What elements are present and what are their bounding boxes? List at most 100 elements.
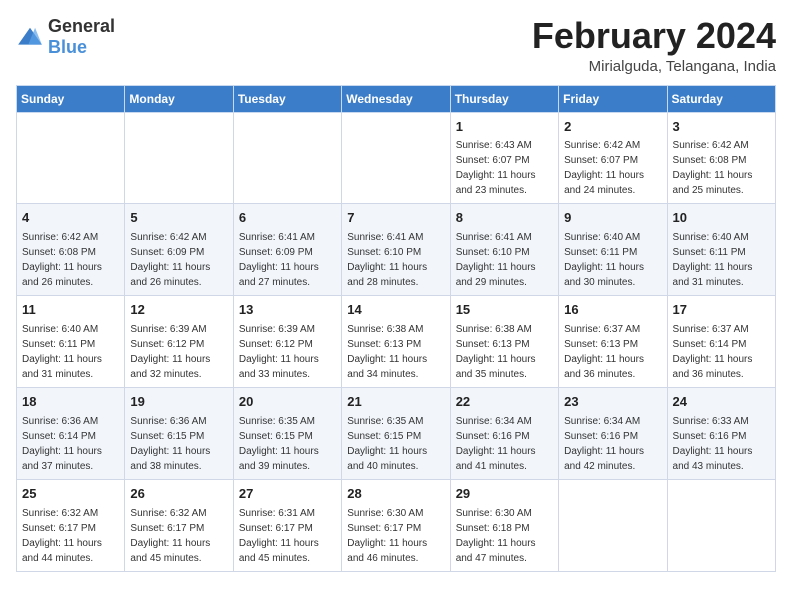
day-info: Sunrise: 6:32 AM Sunset: 6:17 PM Dayligh… <box>130 506 227 566</box>
day-info: Sunrise: 6:35 AM Sunset: 6:15 PM Dayligh… <box>347 414 444 474</box>
day-info: Sunrise: 6:41 AM Sunset: 6:09 PM Dayligh… <box>239 230 336 290</box>
day-number: 29 <box>456 485 553 504</box>
calendar-cell: 10 Sunrise: 6:40 AM Sunset: 6:11 PM Dayli… <box>667 204 775 296</box>
day-info: Sunrise: 6:43 AM Sunset: 6:07 PM Dayligh… <box>456 138 553 198</box>
header-monday: Monday <box>125 85 233 112</box>
day-info: Sunrise: 6:33 AM Sunset: 6:16 PM Dayligh… <box>673 414 770 474</box>
day-info: Sunrise: 6:36 AM Sunset: 6:14 PM Dayligh… <box>22 414 119 474</box>
calendar-cell: 5 Sunrise: 6:42 AM Sunset: 6:09 PM Daylig… <box>125 204 233 296</box>
day-info: Sunrise: 6:31 AM Sunset: 6:17 PM Dayligh… <box>239 506 336 566</box>
day-number: 10 <box>673 209 770 228</box>
calendar-cell: 27 Sunrise: 6:31 AM Sunset: 6:17 PM Dayli… <box>233 479 341 571</box>
page-header: General Blue February 2024 Mirialguda, T… <box>16 16 776 75</box>
day-number: 28 <box>347 485 444 504</box>
day-info: Sunrise: 6:40 AM Sunset: 6:11 PM Dayligh… <box>22 322 119 382</box>
day-number: 7 <box>347 209 444 228</box>
day-number: 2 <box>564 118 661 137</box>
day-number: 14 <box>347 301 444 320</box>
day-info: Sunrise: 6:32 AM Sunset: 6:17 PM Dayligh… <box>22 506 119 566</box>
logo-general: General <box>48 16 115 36</box>
calendar-week-1: 1Sunrise: 6:43 AM Sunset: 6:07 PM Daylig… <box>17 112 776 204</box>
day-number: 5 <box>130 209 227 228</box>
calendar-cell: 2Sunrise: 6:42 AM Sunset: 6:07 PM Daylig… <box>559 112 667 204</box>
header-thursday: Thursday <box>450 85 558 112</box>
calendar-cell: 4Sunrise: 6:42 AM Sunset: 6:08 PM Daylig… <box>17 204 125 296</box>
calendar-cell: 12 Sunrise: 6:39 AM Sunset: 6:12 PM Dayli… <box>125 296 233 388</box>
day-info: Sunrise: 6:38 AM Sunset: 6:13 PM Dayligh… <box>347 322 444 382</box>
day-info: Sunrise: 6:41 AM Sunset: 6:10 PM Dayligh… <box>456 230 553 290</box>
day-info: Sunrise: 6:37 AM Sunset: 6:13 PM Dayligh… <box>564 322 661 382</box>
day-info: Sunrise: 6:30 AM Sunset: 6:17 PM Dayligh… <box>347 506 444 566</box>
day-info: Sunrise: 6:30 AM Sunset: 6:18 PM Dayligh… <box>456 506 553 566</box>
calendar-cell <box>667 479 775 571</box>
title-area: February 2024 Mirialguda, Telangana, Ind… <box>532 16 776 75</box>
header-tuesday: Tuesday <box>233 85 341 112</box>
calendar-table: SundayMondayTuesdayWednesdayThursdayFrid… <box>16 85 776 572</box>
location-title: Mirialguda, Telangana, India <box>532 58 776 75</box>
day-info: Sunrise: 6:39 AM Sunset: 6:12 PM Dayligh… <box>130 322 227 382</box>
day-number: 24 <box>673 393 770 412</box>
month-title: February 2024 <box>532 16 776 56</box>
day-info: Sunrise: 6:42 AM Sunset: 6:07 PM Dayligh… <box>564 138 661 198</box>
day-info: Sunrise: 6:42 AM Sunset: 6:09 PM Dayligh… <box>130 230 227 290</box>
calendar-cell <box>233 112 341 204</box>
calendar-cell: 13 Sunrise: 6:39 AM Sunset: 6:12 PM Dayli… <box>233 296 341 388</box>
day-info: Sunrise: 6:39 AM Sunset: 6:12 PM Dayligh… <box>239 322 336 382</box>
day-info: Sunrise: 6:36 AM Sunset: 6:15 PM Dayligh… <box>130 414 227 474</box>
day-number: 1 <box>456 118 553 137</box>
calendar-cell: 25 Sunrise: 6:32 AM Sunset: 6:17 PM Dayli… <box>17 479 125 571</box>
calendar-cell: 24 Sunrise: 6:33 AM Sunset: 6:16 PM Dayli… <box>667 388 775 480</box>
calendar-cell: 6 Sunrise: 6:41 AM Sunset: 6:09 PM Daylig… <box>233 204 341 296</box>
day-number: 4 <box>22 209 119 228</box>
calendar-header-row: SundayMondayTuesdayWednesdayThursdayFrid… <box>17 85 776 112</box>
day-number: 8 <box>456 209 553 228</box>
day-number: 15 <box>456 301 553 320</box>
calendar-cell: 20 Sunrise: 6:35 AM Sunset: 6:15 PM Dayli… <box>233 388 341 480</box>
calendar-cell <box>342 112 450 204</box>
day-number: 16 <box>564 301 661 320</box>
calendar-cell <box>125 112 233 204</box>
day-number: 6 <box>239 209 336 228</box>
header-friday: Friday <box>559 85 667 112</box>
calendar-cell: 17 Sunrise: 6:37 AM Sunset: 6:14 PM Dayli… <box>667 296 775 388</box>
day-number: 22 <box>456 393 553 412</box>
day-info: Sunrise: 6:40 AM Sunset: 6:11 PM Dayligh… <box>564 230 661 290</box>
calendar-cell: 15 Sunrise: 6:38 AM Sunset: 6:13 PM Dayli… <box>450 296 558 388</box>
day-info: Sunrise: 6:35 AM Sunset: 6:15 PM Dayligh… <box>239 414 336 474</box>
calendar-cell: 18 Sunrise: 6:36 AM Sunset: 6:14 PM Dayli… <box>17 388 125 480</box>
day-number: 20 <box>239 393 336 412</box>
calendar-week-4: 18 Sunrise: 6:36 AM Sunset: 6:14 PM Dayli… <box>17 388 776 480</box>
calendar-cell: 22Sunrise: 6:34 AM Sunset: 6:16 PM Dayli… <box>450 388 558 480</box>
day-number: 13 <box>239 301 336 320</box>
day-info: Sunrise: 6:40 AM Sunset: 6:11 PM Dayligh… <box>673 230 770 290</box>
day-info: Sunrise: 6:42 AM Sunset: 6:08 PM Dayligh… <box>673 138 770 198</box>
calendar-week-5: 25 Sunrise: 6:32 AM Sunset: 6:17 PM Dayli… <box>17 479 776 571</box>
calendar-cell: 21 Sunrise: 6:35 AM Sunset: 6:15 PM Dayli… <box>342 388 450 480</box>
calendar-cell: 28 Sunrise: 6:30 AM Sunset: 6:17 PM Dayli… <box>342 479 450 571</box>
day-number: 19 <box>130 393 227 412</box>
day-number: 18 <box>22 393 119 412</box>
calendar-cell <box>559 479 667 571</box>
calendar-cell: 19 Sunrise: 6:36 AM Sunset: 6:15 PM Dayli… <box>125 388 233 480</box>
day-number: 25 <box>22 485 119 504</box>
day-number: 23 <box>564 393 661 412</box>
calendar-cell: 11Sunrise: 6:40 AM Sunset: 6:11 PM Dayli… <box>17 296 125 388</box>
calendar-cell: 7Sunrise: 6:41 AM Sunset: 6:10 PM Daylig… <box>342 204 450 296</box>
day-info: Sunrise: 6:38 AM Sunset: 6:13 PM Dayligh… <box>456 322 553 382</box>
calendar-cell: 16 Sunrise: 6:37 AM Sunset: 6:13 PM Dayli… <box>559 296 667 388</box>
day-number: 9 <box>564 209 661 228</box>
calendar-cell: 1Sunrise: 6:43 AM Sunset: 6:07 PM Daylig… <box>450 112 558 204</box>
logo: General Blue <box>16 16 115 58</box>
day-number: 27 <box>239 485 336 504</box>
day-info: Sunrise: 6:37 AM Sunset: 6:14 PM Dayligh… <box>673 322 770 382</box>
calendar-cell <box>17 112 125 204</box>
calendar-cell: 8 Sunrise: 6:41 AM Sunset: 6:10 PM Daylig… <box>450 204 558 296</box>
calendar-week-3: 11Sunrise: 6:40 AM Sunset: 6:11 PM Dayli… <box>17 296 776 388</box>
logo-text: General Blue <box>48 16 115 58</box>
day-info: Sunrise: 6:34 AM Sunset: 6:16 PM Dayligh… <box>564 414 661 474</box>
day-number: 26 <box>130 485 227 504</box>
day-number: 17 <box>673 301 770 320</box>
day-number: 21 <box>347 393 444 412</box>
day-number: 3 <box>673 118 770 137</box>
day-number: 12 <box>130 301 227 320</box>
